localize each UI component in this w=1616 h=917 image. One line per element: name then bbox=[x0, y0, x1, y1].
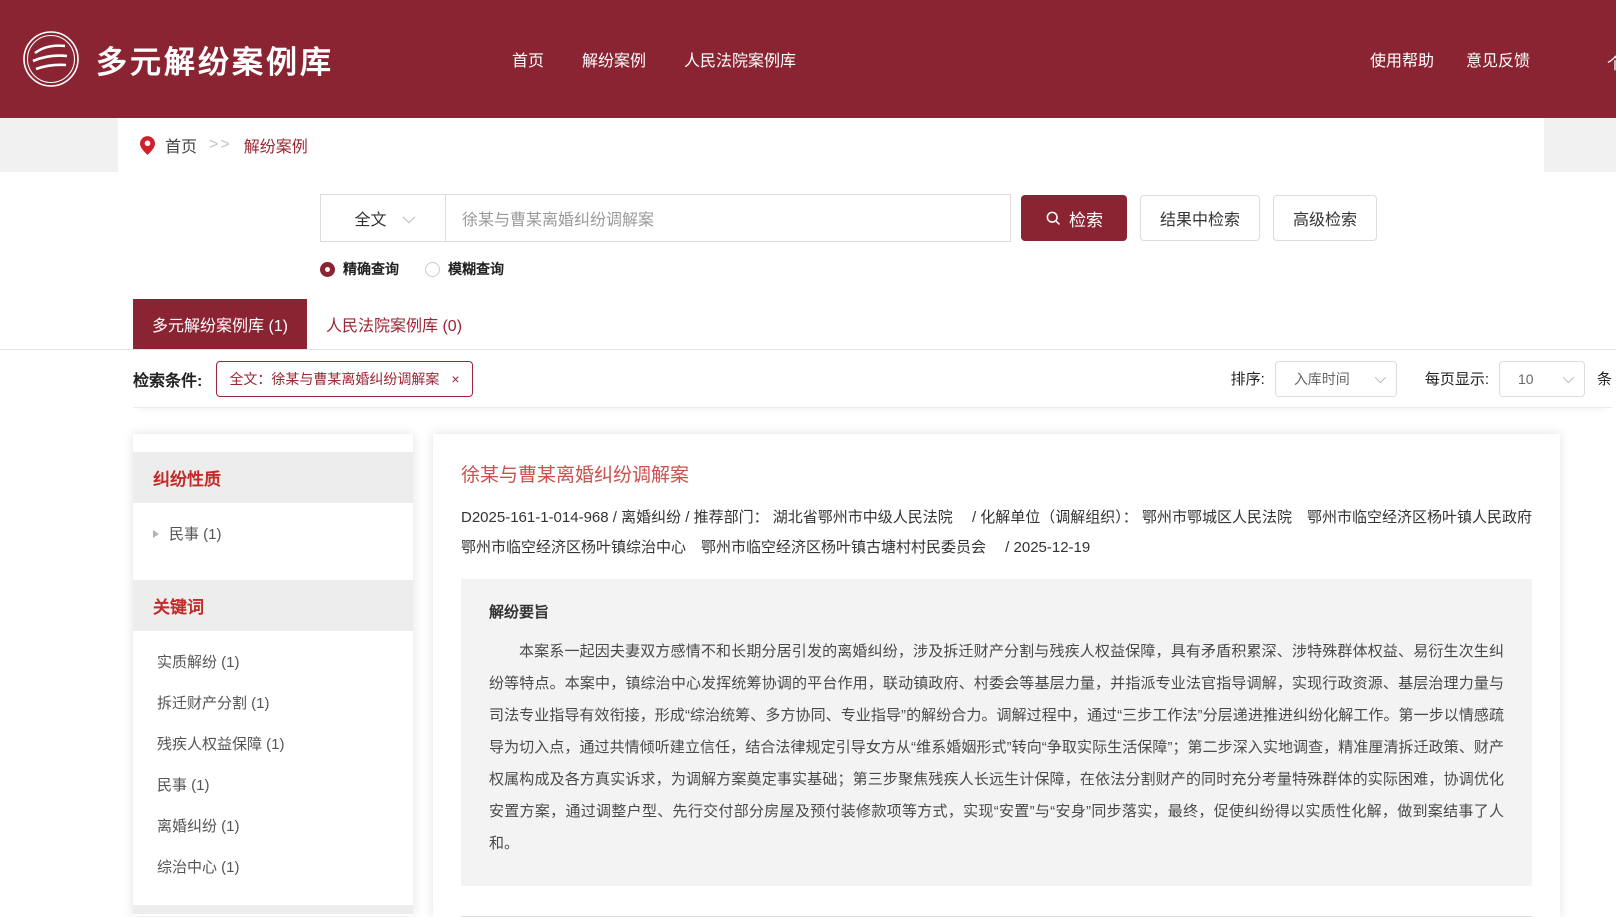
search-in-results-button[interactable]: 结果中检索 bbox=[1140, 195, 1260, 241]
search-button[interactable]: 检索 bbox=[1021, 195, 1127, 241]
app-header: 多元解纷案例库 首页 解纷案例 人民法院案例库 使用帮助 意见反馈 个 bbox=[0, 0, 1616, 118]
case-title-link[interactable]: 徐某与曹某离婚纠纷调解案 bbox=[461, 465, 689, 486]
result-tabs: 多元解纷案例库 (1) 人民法院案例库 (0) bbox=[0, 299, 1616, 350]
sort-value: 入库时间 bbox=[1294, 369, 1350, 389]
page-size-value: 10 bbox=[1518, 371, 1534, 387]
filter-item-label: 民事 (1) bbox=[169, 523, 222, 544]
summary-text: 本案系一起因夫妻双方感情不和长期分居引发的离婚纠纷，涉及拆迁财产分割与残疾人权益… bbox=[489, 636, 1504, 860]
query-mode-options: 精确查询 模糊查询 bbox=[320, 259, 1616, 279]
nav-item-home[interactable]: 首页 bbox=[512, 47, 544, 71]
nav-item-feedback[interactable]: 意见反馈 bbox=[1466, 47, 1530, 71]
tab-dispute-library[interactable]: 多元解纷案例库 (1) bbox=[133, 299, 307, 349]
filter-section-keywords: 关键词 bbox=[133, 580, 413, 631]
fuzzy-query-radio[interactable] bbox=[425, 262, 440, 277]
search-conditions-bar: 检索条件: 全文：徐某与曹某离婚纠纷调解案 × 排序: 入库时间 每页显示: 1… bbox=[133, 350, 1612, 408]
search-field-value: 全文 bbox=[354, 206, 386, 230]
chevron-down-icon bbox=[1563, 371, 1574, 382]
brand-logo-icon bbox=[22, 30, 80, 88]
caret-right-icon bbox=[153, 530, 159, 538]
nav-item-clipped: 个 bbox=[1607, 50, 1616, 74]
location-pin-icon bbox=[140, 136, 155, 155]
exact-query-radio[interactable] bbox=[320, 262, 335, 277]
nav-item-court-library[interactable]: 人民法院案例库 bbox=[684, 47, 796, 71]
keyword-list: 实质解纷 (1) 拆迁财产分割 (1) 残疾人权益保障 (1) 民事 (1) 离… bbox=[133, 631, 413, 891]
conditions-label: 检索条件: bbox=[133, 367, 202, 391]
chevron-down-icon bbox=[402, 210, 415, 223]
secondary-nav: 使用帮助 意见反馈 bbox=[1370, 47, 1530, 71]
keyword-item[interactable]: 民事 (1) bbox=[133, 764, 413, 805]
keyword-item[interactable]: 综治中心 (1) bbox=[133, 846, 413, 887]
fuzzy-query-label[interactable]: 模糊查询 bbox=[448, 259, 504, 279]
summary-title: 解纷要旨 bbox=[489, 601, 1504, 622]
condition-chip-close-icon[interactable]: × bbox=[451, 371, 459, 387]
nav-item-help[interactable]: 使用帮助 bbox=[1370, 47, 1434, 71]
page-size-select[interactable]: 10 bbox=[1499, 361, 1585, 397]
breadcrumb-home[interactable]: 首页 bbox=[165, 133, 197, 157]
keyword-item[interactable]: 拆迁财产分割 (1) bbox=[133, 682, 413, 723]
nav-item-cases[interactable]: 解纷案例 bbox=[582, 47, 646, 71]
breadcrumb-strip: 首页 >> 解纷案例 bbox=[0, 118, 1616, 172]
condition-chip: 全文：徐某与曹某离婚纠纷调解案 × bbox=[216, 361, 472, 397]
advanced-search-button[interactable]: 高级检索 bbox=[1273, 195, 1377, 241]
filter-section-dispute-nature: 纠纷性质 bbox=[133, 452, 413, 503]
case-summary-box: 解纷要旨 本案系一起因夫妻双方感情不和长期分居引发的离婚纠纷，涉及拆迁财产分割与… bbox=[461, 579, 1532, 886]
search-button-label: 检索 bbox=[1069, 206, 1103, 231]
search-section: 全文 检索 结果中检索 高级检索 精确查询 模糊查询 bbox=[0, 172, 1616, 279]
chevron-down-icon bbox=[1375, 371, 1386, 382]
keyword-item[interactable]: 离婚纠纷 (1) bbox=[133, 805, 413, 846]
page-size-label: 每页显示: bbox=[1425, 368, 1489, 389]
sort-label: 排序: bbox=[1231, 368, 1265, 389]
app-title: 多元解纷案例库 bbox=[96, 37, 334, 82]
filter-section-clipped bbox=[133, 905, 413, 914]
breadcrumb: 首页 >> 解纷案例 bbox=[118, 118, 1544, 172]
result-card: 徐某与曹某离婚纠纷调解案 D2025-161-1-014-968 / 离婚纠纷 … bbox=[433, 434, 1560, 917]
search-field-select[interactable]: 全文 bbox=[320, 194, 446, 242]
breadcrumb-separator: >> bbox=[209, 136, 232, 154]
breadcrumb-current[interactable]: 解纷案例 bbox=[244, 133, 308, 157]
filter-sidebar: 纠纷性质 民事 (1) 关键词 实质解纷 (1) 拆迁财产分割 (1) 残疾人权… bbox=[133, 434, 413, 916]
content-area: 纠纷性质 民事 (1) 关键词 实质解纷 (1) 拆迁财产分割 (1) 残疾人权… bbox=[133, 434, 1616, 917]
keyword-item[interactable]: 实质解纷 (1) bbox=[133, 641, 413, 682]
search-icon bbox=[1045, 210, 1062, 227]
condition-chip-text: 全文：徐某与曹某离婚纠纷调解案 bbox=[229, 369, 439, 389]
exact-query-label[interactable]: 精确查询 bbox=[343, 259, 399, 279]
search-input[interactable] bbox=[445, 194, 1011, 242]
main-nav: 首页 解纷案例 人民法院案例库 bbox=[512, 47, 796, 71]
filter-item-civil[interactable]: 民事 (1) bbox=[133, 503, 413, 564]
keyword-item[interactable]: 残疾人权益保障 (1) bbox=[133, 723, 413, 764]
sort-select[interactable]: 入库时间 bbox=[1275, 361, 1397, 397]
case-meta: D2025-161-1-014-968 / 离婚纠纷 / 推荐部门： 湖北省鄂州… bbox=[461, 503, 1532, 563]
page-size-unit: 条 bbox=[1597, 368, 1612, 389]
tab-court-library[interactable]: 人民法院案例库 (0) bbox=[307, 299, 481, 349]
